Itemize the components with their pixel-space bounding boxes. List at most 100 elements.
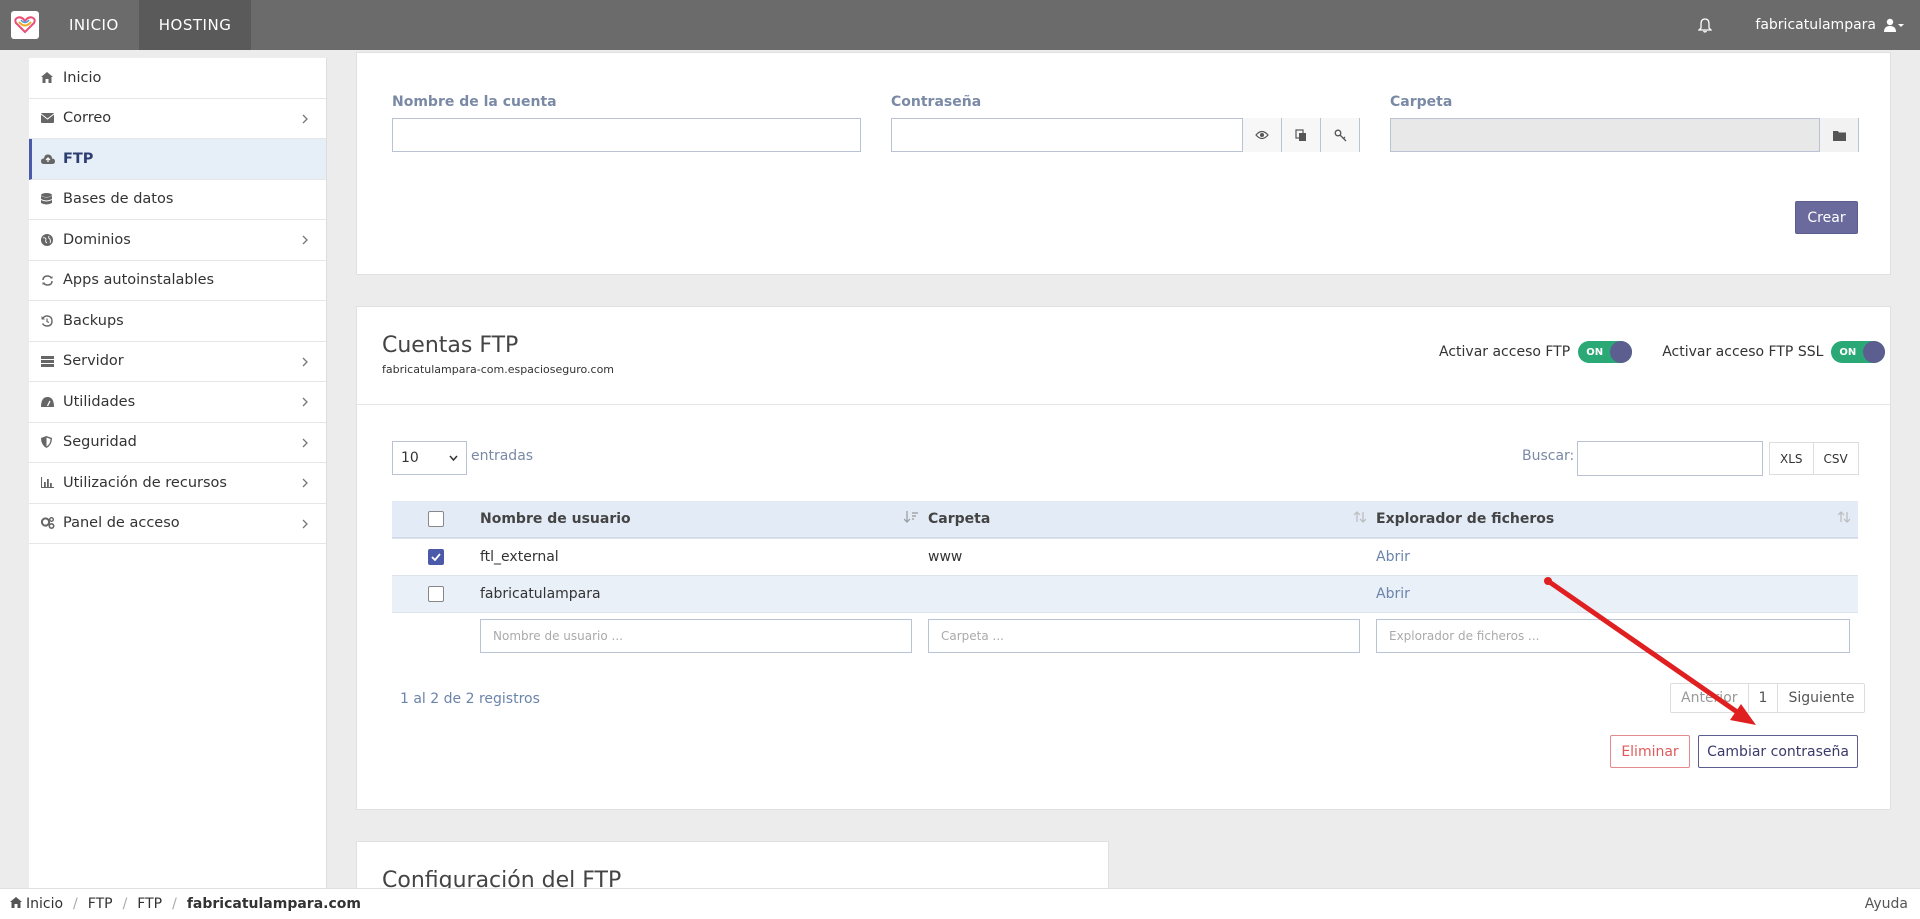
breadcrumb-item[interactable]: FTP (137, 896, 162, 912)
change-password-button[interactable]: Cambiar contraseña (1698, 735, 1858, 768)
page-size-select[interactable]: 10 (392, 441, 467, 475)
sidebar-item-inicio[interactable]: Inicio (29, 58, 326, 99)
ftp-toggle-state: ON (1586, 346, 1604, 358)
home-icon (10, 896, 22, 912)
help-link[interactable]: Ayuda (1865, 896, 1908, 912)
user-menu[interactable]: fabricatulampara (1725, 17, 1920, 33)
sidebar-item-apps-autoinstalables[interactable]: Apps autoinstalables (29, 261, 326, 301)
sidebar-item-label: Inicio (63, 69, 102, 86)
sidebar-item-label: Seguridad (63, 434, 137, 451)
database-icon (41, 193, 63, 205)
ftp-toggle-label: Activar acceso FTP (1439, 344, 1571, 360)
pager-next[interactable]: Siguiente (1778, 684, 1864, 712)
bell-icon[interactable] (1685, 17, 1725, 33)
open-explorer-link[interactable]: Abrir (1376, 586, 1410, 602)
topnav-hosting[interactable]: HOSTING (138, 0, 252, 50)
filter-folder-placeholder: Carpeta ... (941, 629, 1004, 643)
accounts-table: Nombre de usuario Carpeta Explorador de … (392, 501, 1858, 659)
chevron-right-icon (302, 395, 308, 411)
history-icon (41, 315, 63, 327)
app-logo[interactable] (11, 11, 39, 39)
sidebar-item-utilizaci-n-de-recursos[interactable]: Utilización de recursos (29, 463, 326, 504)
select-all-checkbox[interactable] (428, 511, 444, 527)
sidebar-item-seguridad[interactable]: Seguridad (29, 423, 326, 463)
dashboard-icon (41, 396, 63, 407)
ftps-toggle-label: Activar acceso FTP SSL (1662, 344, 1824, 360)
panel-title: Cuentas FTP (382, 333, 519, 358)
breadcrumb-item[interactable]: Inicio (26, 896, 63, 912)
sidebar-item-label: Servidor (63, 353, 124, 370)
csv-button[interactable]: CSV (1814, 443, 1858, 474)
export-buttons: XLS CSV (1769, 442, 1859, 475)
ftps-access-toggle[interactable]: ON (1831, 341, 1886, 363)
breadcrumb: Inicio / FTP / FTP / fabricatulampara.com (0, 896, 361, 912)
folder-input (1390, 118, 1859, 152)
table-row[interactable]: fabricatulampara Abrir (392, 575, 1858, 612)
account-name-input[interactable] (392, 118, 861, 152)
heart-logo-icon (14, 16, 36, 34)
table-info: 1 al 2 de 2 registros (400, 691, 540, 707)
filter-explorer-placeholder: Explorador de ficheros ... (1389, 629, 1540, 643)
sidebar-item-label: Backups (63, 312, 124, 329)
entries-label: entradas (471, 448, 534, 464)
sort-icon (1354, 511, 1366, 523)
sidebar-item-ftp[interactable]: FTP (29, 139, 326, 180)
sidebar-item-backups[interactable]: Backups (29, 301, 326, 342)
refresh-icon (41, 274, 63, 286)
cell-username: ftl_external (480, 549, 559, 565)
folder-icon[interactable] (1819, 118, 1858, 152)
sidebar-item-label: Correo (63, 110, 112, 127)
chevron-right-icon (302, 112, 308, 128)
breadcrumb-item[interactable]: FTP (88, 896, 113, 912)
footer: Inicio / FTP / FTP / fabricatulampara.com Ayud… (0, 888, 1920, 919)
password-input[interactable] (891, 118, 1360, 152)
sidebar-item-label: Dominios (63, 231, 131, 248)
copy-icon[interactable] (1281, 118, 1320, 152)
sort-icon (1838, 511, 1850, 523)
sidebar-item-bases-de-datos[interactable]: Bases de datos (29, 180, 326, 220)
open-explorer-link[interactable]: Abrir (1376, 549, 1410, 565)
sidebar-item-label: Utilidades (63, 393, 136, 410)
breadcrumb-separator: / (172, 896, 177, 912)
delete-button[interactable]: Eliminar (1610, 735, 1690, 768)
home-icon (41, 72, 63, 84)
server-icon (41, 355, 63, 367)
col-folder[interactable]: Carpeta (928, 511, 1376, 527)
filter-username-input[interactable]: Nombre de usuario ... (480, 619, 912, 653)
chevron-down-icon (449, 455, 458, 461)
ftp-access-toggle[interactable]: ON (1578, 341, 1633, 363)
filter-username-placeholder: Nombre de usuario ... (493, 629, 623, 643)
topnav-inicio[interactable]: INICIO (49, 0, 139, 50)
top-bar: INICIO HOSTING fabricatulampara (0, 0, 1920, 50)
create-button[interactable]: Crear (1795, 201, 1858, 234)
sidebar-item-panel-de-acceso[interactable]: Panel de acceso (29, 504, 326, 544)
table-row[interactable]: ftl_external www Abrir (392, 538, 1858, 575)
col-explorer[interactable]: Explorador de ficheros (1376, 511, 1858, 527)
search-input[interactable] (1577, 441, 1763, 476)
xls-button[interactable]: XLS (1770, 443, 1814, 474)
cloud-upload-icon (41, 154, 63, 164)
sidebar-item-utilidades[interactable]: Utilidades (29, 382, 326, 423)
breadcrumb-item: fabricatulampara.com (186, 896, 361, 912)
sidebar-item-correo[interactable]: Correo (29, 99, 326, 139)
chevron-right-icon (302, 233, 308, 249)
col-username[interactable]: Nombre de usuario (480, 511, 928, 527)
sidebar-item-dominios[interactable]: Dominios (29, 220, 326, 261)
eye-icon[interactable] (1242, 118, 1281, 152)
pager-page-1[interactable]: 1 (1749, 684, 1779, 712)
ftp-host: fabricatulampara-com.espacioseguro.com (382, 363, 615, 376)
folder-label: Carpeta (1390, 94, 1453, 110)
filter-folder-input[interactable]: Carpeta ... (928, 619, 1360, 653)
username: fabricatulampara (1755, 17, 1876, 33)
row-checkbox[interactable] (428, 586, 444, 602)
sidebar-item-servidor[interactable]: Servidor (29, 342, 326, 382)
row-checkbox[interactable] (428, 549, 444, 565)
key-icon[interactable] (1320, 118, 1359, 152)
filter-explorer-input[interactable]: Explorador de ficheros ... (1376, 619, 1850, 653)
breadcrumb-separator: / (122, 896, 128, 912)
ftp-accounts-panel: Cuentas FTP fabricatulampara-com.espacio… (356, 306, 1891, 810)
pager-prev[interactable]: Anterior (1671, 684, 1749, 712)
cogs-icon (41, 517, 63, 530)
bar-chart-icon (41, 477, 63, 489)
sort-desc-icon (904, 511, 918, 523)
